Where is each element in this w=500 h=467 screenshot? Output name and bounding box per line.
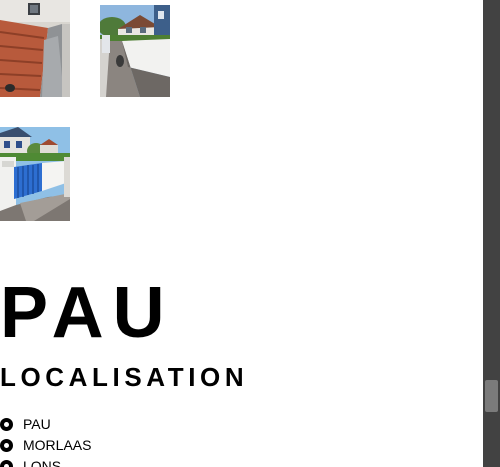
circle-bullet-icon <box>0 439 13 452</box>
roof-photo-icon <box>0 0 70 97</box>
gallery-photo-roof[interactable] <box>0 0 70 97</box>
blue-gate-photo-icon <box>0 127 70 221</box>
circle-bullet-icon <box>0 460 13 467</box>
localisation-title: LOCALISATION <box>0 362 249 392</box>
page: PAU LOCALISATION PAU MORLAAS LONS <box>0 0 500 467</box>
circle-bullet-icon <box>0 418 13 431</box>
location-item-morlaas[interactable]: MORLAAS <box>0 435 91 456</box>
city-title: PAU <box>0 273 174 353</box>
location-item-lons[interactable]: LONS <box>0 456 91 467</box>
location-label: PAU <box>23 416 51 432</box>
scrollbar-thumb[interactable] <box>485 380 498 412</box>
page-content[interactable]: PAU LOCALISATION PAU MORLAAS LONS <box>0 0 483 467</box>
location-item-pau[interactable]: PAU <box>0 414 91 435</box>
location-label: LONS <box>23 458 62 467</box>
street-house-photo-icon <box>100 5 170 97</box>
gallery-photo-street[interactable] <box>100 5 170 97</box>
gallery-photo-gate[interactable] <box>0 127 70 221</box>
vertical-scrollbar[interactable] <box>483 0 500 467</box>
location-label: MORLAAS <box>23 437 92 453</box>
location-list: PAU MORLAAS LONS <box>0 414 91 467</box>
